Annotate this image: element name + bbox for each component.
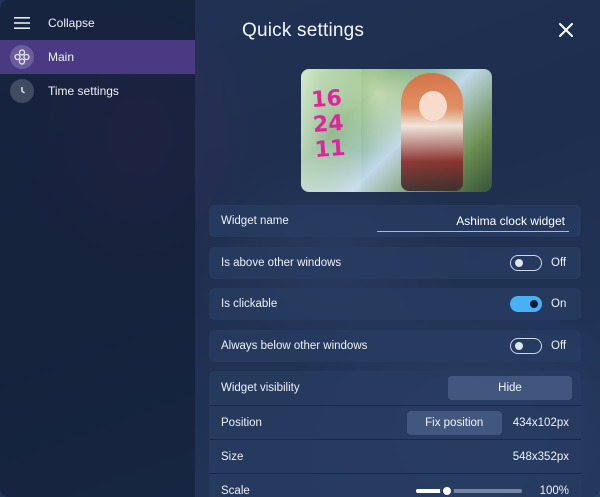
below-windows-label: Always below other windows (221, 339, 368, 352)
preview-clock-hours: 16 (310, 86, 343, 114)
clickable-row: Is clickable On (209, 288, 581, 320)
close-icon (559, 23, 573, 37)
sidebar-item-label: Main (48, 50, 75, 64)
widget-name-input[interactable] (377, 210, 569, 232)
above-windows-toggle[interactable] (510, 254, 542, 271)
clock-icon (10, 79, 34, 103)
close-button[interactable] (554, 18, 578, 42)
position-label: Position (221, 416, 262, 429)
clickable-state: On (551, 298, 567, 310)
fix-position-button[interactable]: Fix position (406, 410, 502, 435)
visibility-row: Widget visibility Hide (209, 371, 581, 405)
position-row: Position Fix position 434x102px (209, 405, 581, 439)
sidebar-item-main[interactable]: Main (0, 40, 195, 74)
size-row: Size 548x352px (209, 439, 581, 473)
scale-value: 100% (539, 484, 569, 497)
below-windows-state: Off (551, 339, 567, 352)
preview-clock-seconds: 11 (313, 135, 347, 163)
preview-clock-text: 16 24 11 (310, 86, 346, 163)
above-windows-label: Is above other windows (221, 256, 342, 269)
widget-preview-image: 16 24 11 (301, 69, 492, 192)
clickable-label: Is clickable (221, 298, 278, 310)
settings-list: Widget name Is above other windows Off I… (209, 205, 581, 497)
toggle-knob (515, 341, 523, 350)
clickable-toggle[interactable] (510, 296, 542, 312)
sidebar-item-label: Time settings (48, 84, 119, 98)
toggle-knob (515, 258, 523, 267)
sidebar: Collapse Main Time settings (0, 0, 195, 497)
above-windows-row: Is above other windows Off (209, 246, 581, 279)
widget-name-row: Widget name (209, 205, 581, 237)
size-value: 548x352px (512, 450, 569, 463)
above-windows-state: Off (551, 256, 567, 269)
widget-name-label: Widget name (221, 215, 289, 227)
scale-slider[interactable] (415, 483, 522, 497)
widget-nodes-icon (10, 45, 34, 69)
toggle-knob (530, 300, 538, 308)
position-value: 434x102px (512, 416, 569, 429)
size-label: Size (221, 450, 244, 463)
quick-settings-window: Collapse Main Time settings Quick settin… (0, 0, 600, 497)
preview-clock-minutes: 24 (312, 110, 345, 139)
hide-button[interactable]: Hide (448, 376, 572, 400)
scale-row: Scale 100% (209, 473, 581, 497)
sidebar-item-time-settings[interactable]: Time settings (0, 74, 195, 108)
sidebar-item-label: Collapse (48, 16, 95, 30)
page-title: Quick settings (242, 20, 365, 41)
main-panel: Quick settings 16 24 11 Widget name Is a… (195, 0, 600, 497)
below-windows-toggle[interactable] (510, 337, 542, 354)
visibility-label: Widget visibility (221, 382, 300, 394)
sidebar-item-collapse[interactable]: Collapse (0, 6, 195, 40)
below-windows-row: Always below other windows Off (209, 329, 581, 362)
anime-character-face (419, 91, 447, 121)
scale-slider-thumb[interactable] (440, 483, 455, 497)
scale-label: Scale (221, 484, 250, 497)
hamburger-menu-icon (10, 11, 34, 35)
